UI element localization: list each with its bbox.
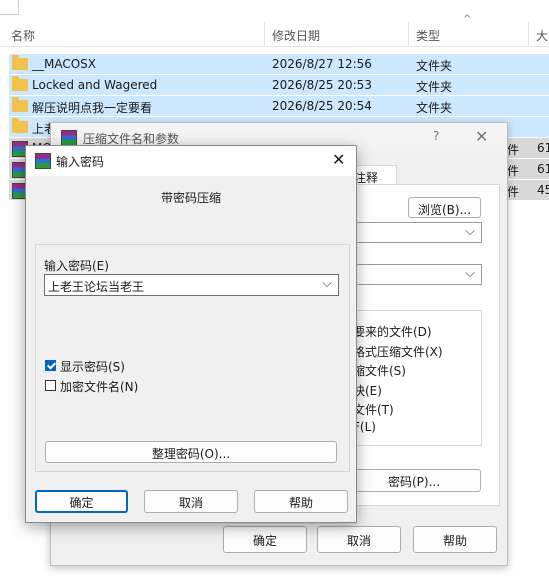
organize-passwords-label: 整理密码(O)... (151, 447, 231, 461)
folder-icon (12, 118, 28, 133)
ok-button[interactable]: 确定 (35, 490, 128, 513)
file-name: Locked and Wagered (32, 78, 158, 92)
toolbar-fragment[interactable] (0, 0, 19, 15)
file-type: 件 (507, 164, 520, 178)
set-password-button[interactable]: 密码(P)... (347, 469, 481, 492)
file-size: 61 (537, 162, 549, 176)
encrypt-filenames-label[interactable]: 加密文件名(N) (60, 378, 138, 395)
browse-button-label: 浏览(B)... (417, 203, 472, 217)
column-size[interactable]: 大 (536, 27, 548, 44)
file-row[interactable]: Locked and Wagered 2026/8/25 20:53 文件夹 (9, 75, 549, 95)
option-item[interactable]: 要来的文件(D) (353, 323, 432, 340)
file-type: 件 (507, 143, 520, 157)
cancel-label: 取消 (178, 496, 203, 510)
column-type[interactable]: 类型 (416, 27, 440, 44)
archive-name-combo[interactable]: ⌵ (347, 222, 482, 243)
show-password-label[interactable]: 显示密码(S) (60, 358, 125, 375)
ok-label: 确定 (252, 534, 277, 548)
option-item[interactable]: 缩文件(S) (353, 362, 406, 379)
browse-button[interactable]: 浏览(B)... (408, 197, 481, 218)
dialog-heading: 带密码压缩 (160, 191, 221, 205)
close-icon[interactable]: ✕ (332, 150, 345, 169)
file-type: 文件夹 (416, 59, 453, 73)
password-label: 输入密码(E) (44, 259, 109, 273)
file-type: 文件夹 (416, 101, 453, 115)
option-item[interactable]: 文件(T) (353, 401, 394, 418)
column-name[interactable]: 名称 (11, 27, 35, 44)
file-row[interactable]: __MACOSX 2026/8/27 12:56 文件夹 (9, 54, 549, 74)
chevron-down-icon: ⌵ (322, 276, 332, 291)
folder-icon (12, 76, 28, 91)
password-value: 上老王论坛当老王 (48, 280, 145, 294)
sort-ascending-icon: ^ (463, 14, 472, 25)
option-item[interactable]: 快(E) (353, 382, 382, 399)
winrar-icon (61, 130, 77, 146)
help-label: 帮助 (288, 496, 313, 510)
help-button[interactable]: 帮助 (254, 490, 348, 513)
format-combo[interactable]: ⌵ (347, 264, 482, 285)
chevron-down-icon: ⌵ (465, 266, 475, 281)
show-password-checkbox[interactable] (45, 360, 56, 371)
help-label: 帮助 (442, 534, 467, 548)
title-bar: 输入密码 ✕ (26, 146, 356, 176)
file-size: 61 (537, 141, 549, 155)
cancel-button[interactable]: 取消 (317, 526, 401, 553)
file-size: 45 (537, 183, 549, 197)
password-input[interactable]: 上老王论坛当老王 ⌵ (44, 274, 339, 296)
ok-label: 确定 (69, 496, 94, 510)
folder-icon (12, 97, 28, 112)
file-modified: 2026/8/27 12:56 (272, 57, 372, 71)
cancel-label: 取消 (346, 534, 371, 548)
column-modified[interactable]: 修改日期 (272, 27, 320, 44)
help-icon[interactable]: ? (433, 129, 439, 143)
file-row[interactable]: 解压说明点我一定要看 2026/8/25 20:54 文件夹 (9, 96, 549, 116)
file-name: 解压说明点我一定要看 (32, 101, 153, 115)
organize-passwords-button[interactable]: 整理密码(O)... (45, 441, 337, 463)
dialog-title: 输入密码 (56, 155, 105, 169)
winrar-icon (35, 153, 51, 169)
chevron-down-icon: ⌵ (465, 224, 475, 239)
set-password-label: 密码(P)... (387, 475, 441, 489)
file-type: 件 (507, 185, 520, 199)
enter-password-dialog: 输入密码 ✕ 带密码压缩 输入密码(E) 上老王论坛当老王 ⌵ 显示密码(S) … (25, 145, 357, 523)
column-header: 名称 修改日期 类型 大 (0, 22, 549, 47)
file-name: __MACOSX (32, 57, 97, 71)
file-type: 文件夹 (416, 80, 453, 94)
ok-button[interactable]: 确定 (223, 526, 307, 553)
file-modified: 2026/8/25 20:54 (272, 99, 372, 113)
encrypt-filenames-checkbox[interactable] (45, 380, 56, 391)
close-icon[interactable]: ✕ (475, 127, 488, 146)
option-item[interactable]: 格式压缩文件(X) (353, 343, 443, 360)
file-modified: 2026/8/25 20:53 (272, 78, 372, 92)
folder-icon (12, 55, 28, 70)
cancel-button[interactable]: 取消 (144, 490, 238, 513)
help-button[interactable]: 帮助 (413, 526, 497, 553)
